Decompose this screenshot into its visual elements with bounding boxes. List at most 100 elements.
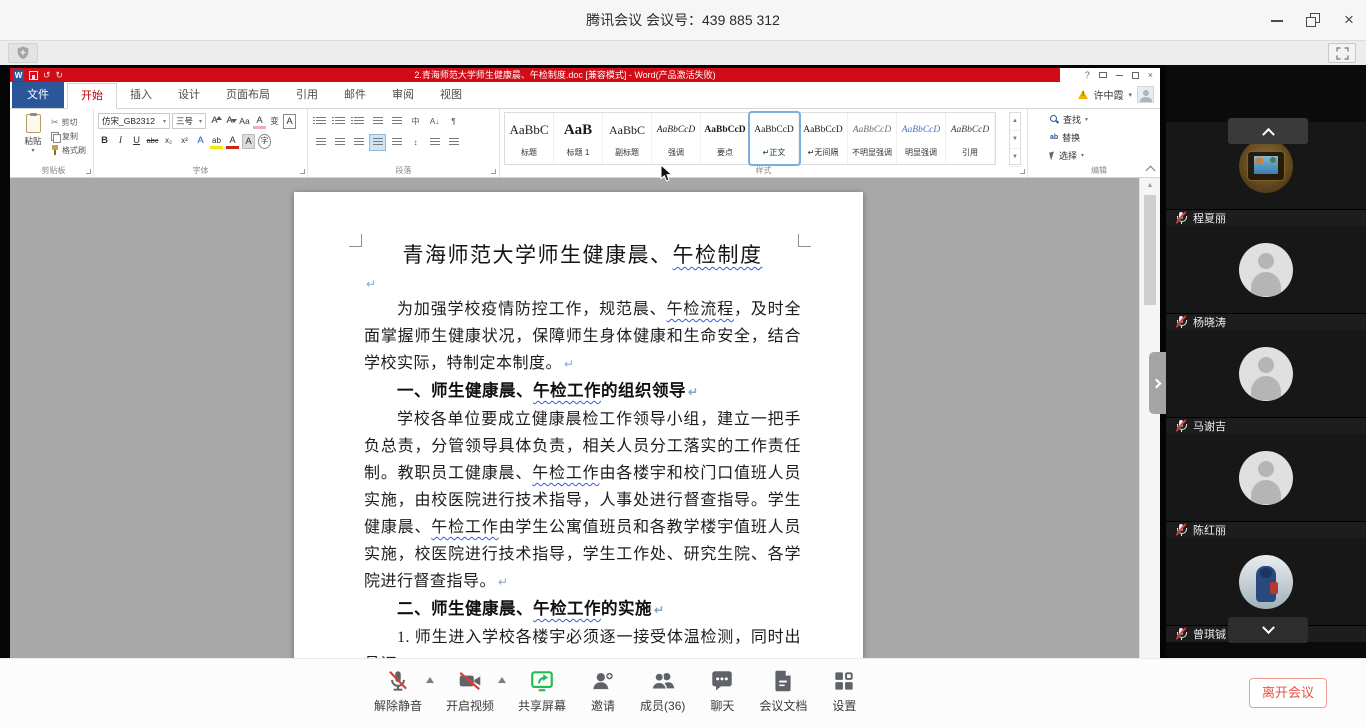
participants-scroll-down-button[interactable] <box>1228 617 1308 643</box>
sup-icon[interactable]: x² <box>178 134 191 149</box>
collapse-ribbon-icon[interactable] <box>1146 164 1155 173</box>
style-强调[interactable]: AaBbCcD强调 <box>652 113 701 164</box>
style-引用[interactable]: AaBbCcD引用 <box>946 113 995 164</box>
ribbon-display-options-icon[interactable] <box>1099 72 1107 78</box>
shrink-icon[interactable]: A <box>223 114 236 129</box>
borders-icon[interactable] <box>446 135 461 150</box>
document-page[interactable]: 青海师范大学师生健康晨、午检制度 ↵为加强学校疫情防控工作，规范晨、午检流程，及… <box>294 192 863 658</box>
tab-审阅[interactable]: 审阅 <box>379 83 427 108</box>
tab-设计[interactable]: 设计 <box>165 83 213 108</box>
toolbar-mic-off-button[interactable]: 解除静音 <box>362 668 434 714</box>
paste-button[interactable]: 粘贴 ▾ <box>19 113 47 165</box>
toolbar-camera-off-button[interactable]: 开启视频 <box>434 668 506 714</box>
format-painter-button[interactable]: 格式刷 <box>51 143 86 157</box>
undo-icon[interactable]: ↺ <box>43 69 51 81</box>
account-avatar[interactable] <box>1137 86 1154 103</box>
style-标题[interactable]: AaBbC标题 <box>505 113 554 164</box>
style-不明显强调[interactable]: AaBbCcD不明显强调 <box>848 113 897 164</box>
align-left-icon[interactable] <box>313 135 328 150</box>
grow-icon[interactable]: A <box>208 114 221 129</box>
fullscreen-icon[interactable] <box>1328 43 1356 63</box>
cut-button[interactable]: ✂剪切 <box>51 115 86 129</box>
caret-up-icon[interactable] <box>498 677 506 683</box>
sub-icon[interactable]: x₂ <box>162 134 175 149</box>
font-size-select[interactable]: 三号▾ <box>172 113 206 129</box>
copy-button[interactable]: 复制 <box>51 129 86 143</box>
toolbar-invite-button[interactable]: 邀请 <box>578 668 628 714</box>
font-name-select[interactable]: 仿宋_GB2312▾ <box>98 113 170 129</box>
show-marks-icon[interactable]: ¶ <box>446 114 461 129</box>
justify-icon[interactable] <box>370 135 385 150</box>
caret-up-icon[interactable] <box>426 677 434 683</box>
tab-邮件[interactable]: 邮件 <box>331 83 379 108</box>
redo-icon[interactable]: ↻ <box>56 69 64 81</box>
tab-文件[interactable]: 文件 <box>12 82 64 108</box>
toolbar-chat-button[interactable]: 聊天 <box>697 668 747 714</box>
style-正文[interactable]: AaBbCcD↵正文 <box>750 113 799 164</box>
gallery-up-icon[interactable]: ▲ <box>1010 113 1020 131</box>
word-restore-icon[interactable] <box>1132 72 1139 79</box>
save-icon[interactable] <box>29 71 38 80</box>
leave-meeting-button[interactable]: 离开会议 <box>1249 678 1327 708</box>
help-icon[interactable]: ? <box>1085 70 1090 80</box>
color-icon[interactable]: A <box>226 134 239 149</box>
toolbar-settings-button[interactable]: 设置 <box>819 668 869 714</box>
word-minimize-icon[interactable] <box>1116 75 1123 76</box>
align-center-icon[interactable] <box>332 135 347 150</box>
dialog-launcher-icon[interactable] <box>300 169 305 174</box>
account-area[interactable]: 许中霞 ▾ <box>1078 86 1154 103</box>
find-button[interactable]: 查找▾ <box>1050 112 1158 127</box>
line-spacing-icon[interactable]: ↕ <box>408 135 423 150</box>
participant-tile[interactable]: 陈红丽 <box>1166 434 1366 538</box>
bullets-icon[interactable] <box>313 114 328 129</box>
word-close-icon[interactable]: × <box>1148 70 1153 80</box>
dialog-launcher-icon[interactable] <box>86 169 91 174</box>
participant-tile[interactable]: 杨晓涛 <box>1166 226 1366 330</box>
sort-icon[interactable]: A↓ <box>427 114 442 129</box>
tab-插入[interactable]: 插入 <box>117 83 165 108</box>
toolbar-members-button[interactable]: 成员(36) <box>628 668 697 714</box>
effects-icon[interactable]: A <box>194 134 207 149</box>
bold-icon[interactable]: B <box>98 134 111 149</box>
close-icon[interactable]: × <box>1342 13 1356 27</box>
asian-layout-icon[interactable]: 中 <box>408 114 423 129</box>
toolbar-docs-button[interactable]: 会议文档 <box>747 668 819 714</box>
replace-button[interactable]: ab替换 <box>1050 130 1158 145</box>
multilevel-list-icon[interactable] <box>351 114 366 129</box>
participants-scroll-up-button[interactable] <box>1228 118 1308 144</box>
strike-icon[interactable]: abc <box>146 134 159 149</box>
highlight-icon[interactable]: ab <box>210 134 223 149</box>
italic-icon[interactable]: I <box>114 134 127 149</box>
style-副标题[interactable]: AaBbC副标题 <box>603 113 652 164</box>
toolbar-share-screen-button[interactable]: 共享屏幕 <box>506 668 578 714</box>
style-无间隔[interactable]: AaBbCcD↵无间隔 <box>799 113 848 164</box>
shield-plus-icon[interactable] <box>8 43 38 63</box>
tab-页面布局[interactable]: 页面布局 <box>213 83 283 108</box>
style-明显强调[interactable]: AaBbCcD明显强调 <box>897 113 946 164</box>
participant-tile[interactable]: 马谢吉 <box>1166 330 1366 434</box>
circle-icon[interactable]: 字 <box>258 134 271 149</box>
minimize-icon[interactable] <box>1270 13 1284 27</box>
numbering-icon[interactable] <box>332 114 347 129</box>
clear-icon[interactable]: A <box>253 114 266 129</box>
tab-视图[interactable]: 视图 <box>427 83 475 108</box>
tab-引用[interactable]: 引用 <box>283 83 331 108</box>
shading-icon[interactable] <box>427 135 442 150</box>
document-scrollbar[interactable]: ▲ <box>1139 178 1160 658</box>
align-right-icon[interactable] <box>351 135 366 150</box>
shading-icon[interactable]: A <box>242 134 255 149</box>
gallery-down-icon[interactable]: ▼ <box>1010 131 1020 149</box>
select-button[interactable]: 选择▾ <box>1050 148 1158 163</box>
phonetic-icon[interactable]: 变 <box>268 114 281 129</box>
char-border-icon[interactable]: A <box>283 114 296 129</box>
increase-indent-icon[interactable] <box>389 114 404 129</box>
dialog-launcher-icon[interactable] <box>1020 169 1025 174</box>
style-要点[interactable]: AaBbCcD要点 <box>701 113 750 164</box>
case-icon[interactable]: Aa <box>238 114 251 129</box>
dialog-launcher-icon[interactable] <box>491 169 496 174</box>
decrease-indent-icon[interactable] <box>370 114 385 129</box>
distributed-icon[interactable] <box>389 135 404 150</box>
panel-collapse-handle[interactable] <box>1149 352 1166 414</box>
style-标题 1[interactable]: AaB标题 1 <box>554 113 603 164</box>
scroll-up-arrow-icon[interactable]: ▲ <box>1140 178 1160 193</box>
